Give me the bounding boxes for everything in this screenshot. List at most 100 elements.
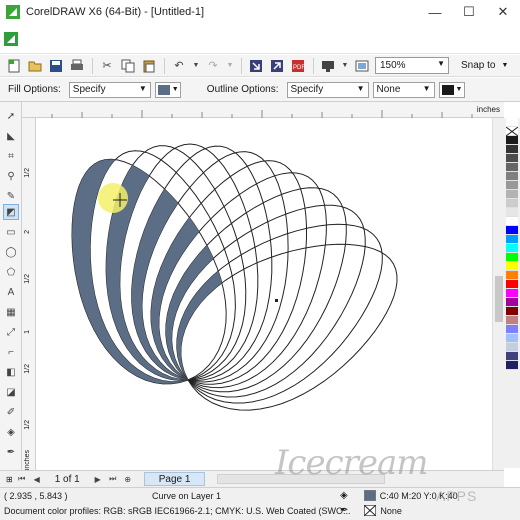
filled-region[interactable] — [72, 151, 235, 384]
palette-color-chip[interactable] — [506, 271, 518, 280]
minimize-button[interactable]: — — [418, 0, 452, 24]
palette-color-chip[interactable] — [506, 208, 518, 217]
palette-color-chip[interactable] — [506, 181, 518, 190]
import-icon[interactable] — [248, 58, 264, 74]
filled-region[interactable] — [165, 187, 365, 397]
color-palette[interactable] — [504, 118, 520, 468]
palette-color-chip[interactable] — [506, 253, 518, 262]
palette-color-chip[interactable] — [506, 145, 518, 154]
palette-color-chip[interactable] — [506, 262, 518, 271]
snap-to-button[interactable]: Snap to ▼ — [461, 60, 508, 71]
blend-tool-icon[interactable]: ◧ — [3, 364, 19, 380]
ellipse-tool-icon[interactable]: ◯ — [3, 244, 19, 260]
redo-icon[interactable]: ↷ — [205, 58, 221, 74]
palette-color-chip[interactable] — [506, 307, 518, 316]
palette-color-chip[interactable] — [506, 316, 518, 325]
palette-color-chip[interactable] — [506, 199, 518, 208]
outline-status[interactable]: ✒ None — [340, 505, 402, 516]
scrollbar-thumb[interactable] — [495, 276, 503, 322]
ellipse-outline[interactable] — [165, 187, 347, 393]
fill-tool-icon[interactable]: ◈ — [3, 424, 19, 440]
vertical-scrollbar[interactable] — [492, 118, 504, 470]
palette-color-chip[interactable] — [506, 298, 518, 307]
page-navigator-options-icon[interactable]: ⊞ — [6, 475, 13, 484]
outline-width-select[interactable]: None ▼ — [372, 81, 435, 98]
palette-color-chip[interactable] — [506, 352, 518, 361]
outline-options-select[interactable]: Specify ▼ — [286, 81, 369, 98]
outline-options-label: Outline Options: — [206, 84, 279, 95]
palette-color-chip[interactable] — [506, 325, 518, 334]
redo-dropdown-icon[interactable]: ▼ — [226, 58, 234, 74]
fill-color-picker[interactable]: ▼ — [154, 81, 181, 98]
pick-tool-icon[interactable]: ➚ — [3, 108, 19, 124]
palette-color-chip[interactable] — [506, 280, 518, 289]
parallel-dimension-tool-icon[interactable]: ⤢ — [3, 324, 19, 340]
color-profiles-info[interactable]: Document color profiles: RGB: sRGB IEC61… — [4, 506, 350, 516]
paste-icon[interactable] — [141, 58, 157, 74]
outline-color-picker[interactable]: ▼ — [438, 81, 465, 98]
outline-pen-tool-icon[interactable]: ✒ — [3, 444, 19, 460]
palette-color-chip[interactable] — [506, 136, 518, 145]
palette-color-chip[interactable] — [506, 154, 518, 163]
palette-color-chip[interactable] — [506, 190, 518, 199]
save-icon[interactable] — [48, 58, 64, 74]
document-icon[interactable] — [4, 31, 18, 46]
palette-color-chip[interactable] — [506, 334, 518, 343]
cut-icon[interactable]: ✂ — [99, 58, 115, 74]
launcher-dropdown-icon[interactable]: ▼ — [341, 58, 349, 74]
welcome-screen-icon[interactable] — [354, 58, 370, 74]
text-tool-icon[interactable]: A — [3, 284, 19, 300]
palette-color-chip[interactable] — [505, 126, 519, 137]
palette-color-chip[interactable] — [506, 118, 518, 127]
palette-color-chip[interactable] — [506, 235, 518, 244]
undo-icon[interactable]: ↶ — [171, 58, 187, 74]
connector-tool-icon[interactable]: ⌐ — [3, 344, 19, 360]
publish-pdf-icon[interactable]: PDF — [290, 58, 306, 74]
polygon-tool-icon[interactable]: ⬠ — [3, 264, 19, 280]
table-tool-icon[interactable]: ▦ — [3, 304, 19, 320]
transparency-tool-icon[interactable]: ◪ — [3, 384, 19, 400]
drawing-canvas[interactable] — [36, 118, 504, 470]
fill-options-select[interactable]: Specify ▼ — [68, 81, 151, 98]
crop-tool-icon[interactable]: ⌗ — [3, 148, 19, 164]
palette-color-chip[interactable] — [506, 217, 518, 226]
vertical-ruler[interactable]: 1/2 2 1/2 1 1/2 1/2 inches — [22, 118, 36, 470]
eyedropper-tool-icon[interactable]: ✐ — [3, 404, 19, 420]
rectangle-tool-icon[interactable]: ▭ — [3, 224, 19, 240]
drawing-artwork[interactable] — [36, 118, 504, 470]
smart-fill-tool-icon[interactable]: ◩ — [3, 204, 19, 220]
palette-color-chip[interactable] — [506, 226, 518, 235]
horizontal-ruler[interactable]: inches — [22, 102, 504, 118]
open-folder-icon[interactable] — [27, 58, 43, 74]
palette-color-chip[interactable] — [506, 289, 518, 298]
last-page-icon[interactable]: ⏭ — [107, 473, 119, 485]
palette-color-chip[interactable] — [506, 163, 518, 172]
export-icon[interactable] — [269, 58, 285, 74]
add-page-icon[interactable]: ⊕ — [122, 473, 134, 485]
zoom-level-select[interactable]: 150% ▼ — [375, 57, 449, 74]
palette-color-chip[interactable] — [506, 172, 518, 181]
first-page-icon[interactable]: ⏮ — [16, 473, 28, 485]
new-document-icon[interactable] — [6, 58, 22, 74]
previous-page-icon[interactable]: ◀ — [31, 473, 43, 485]
cursor-coordinates: ( 2.935 , 5.843 ) — [4, 491, 68, 501]
freehand-tool-icon[interactable]: ✎ — [3, 188, 19, 204]
zoom-tool-icon[interactable]: ⚲ — [3, 168, 19, 184]
outline-pen-icon: ✒ — [340, 505, 349, 516]
tab-page-1[interactable]: Page 1 — [143, 472, 206, 486]
close-button[interactable]: ✕ — [486, 0, 520, 24]
palette-color-chip[interactable] — [506, 361, 518, 370]
shape-tool-icon[interactable]: ◣ — [3, 128, 19, 144]
print-icon[interactable] — [69, 58, 85, 74]
palette-color-chip[interactable] — [506, 343, 518, 352]
fill-options-label: Fill Options: — [8, 84, 61, 95]
svg-text:PDF: PDF — [293, 65, 305, 71]
palette-color-chip[interactable] — [506, 244, 518, 253]
undo-dropdown-icon[interactable]: ▼ — [192, 58, 200, 74]
copy-icon[interactable] — [120, 58, 136, 74]
ruler-ticks — [51, 110, 473, 118]
next-page-icon[interactable]: ▶ — [92, 473, 104, 485]
application-launcher-icon[interactable] — [320, 58, 336, 74]
ellipse-outline[interactable] — [180, 243, 398, 411]
maximize-button[interactable]: ☐ — [452, 0, 486, 24]
